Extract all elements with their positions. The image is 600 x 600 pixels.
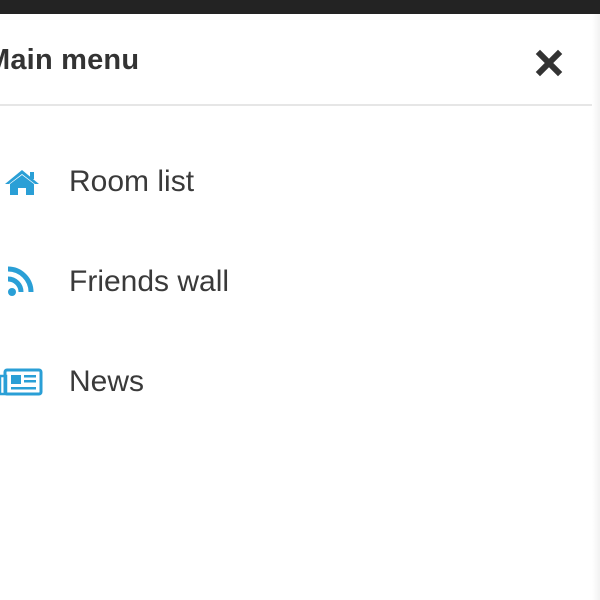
rss-feed-icon (7, 266, 34, 296)
panel-edge-shadow (592, 14, 600, 600)
menu-item-label: News (69, 365, 145, 398)
home-icon (5, 170, 39, 195)
menu-item-room-list[interactable]: Room list (0, 152, 600, 212)
menu-item-label: Friends wall (69, 265, 230, 298)
home-icon-wrap (0, 164, 46, 200)
menu-title: Main menu (0, 44, 140, 76)
menu-item-friends-wall[interactable]: Friends wall (0, 252, 600, 312)
close-icon (535, 49, 563, 77)
main-menu-panel: Main menu Room list Friends wall News (0, 14, 600, 600)
menu-item-label: Room list (69, 165, 195, 198)
close-button[interactable] (532, 46, 566, 80)
rss-icon-wrap (0, 264, 46, 300)
menu-item-news[interactable]: News (0, 352, 600, 412)
top-bar (0, 0, 600, 14)
newspaper-icon-wrap (0, 364, 46, 400)
newspaper-icon (0, 368, 43, 396)
menu-header: Main menu (0, 14, 600, 106)
